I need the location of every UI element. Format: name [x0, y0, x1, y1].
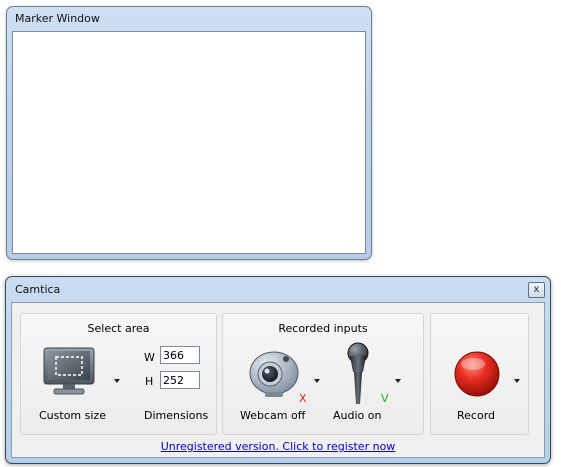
recorded-inputs-group: Recorded inputs X V Webcam off Audio on: [222, 313, 424, 435]
record-label: Record: [457, 409, 496, 422]
marker-window: Marker Window: [6, 6, 372, 260]
custom-size-label: Custom size: [39, 409, 106, 422]
webcam-off-label: Webcam off: [240, 409, 306, 422]
webcam-icon[interactable]: [245, 343, 301, 399]
microphone-icon[interactable]: [343, 342, 373, 408]
record-group: Record: [430, 313, 529, 435]
width-input[interactable]: [160, 346, 200, 364]
monitor-select-icon[interactable]: [41, 346, 97, 396]
close-button[interactable]: x: [528, 282, 545, 298]
record-dropdown-arrow[interactable]: [514, 379, 520, 383]
audio-dropdown-arrow[interactable]: [395, 379, 401, 383]
record-icon[interactable]: [453, 350, 501, 398]
height-label: H: [145, 375, 154, 388]
dimensions-label: Dimensions: [144, 409, 209, 422]
audio-on-indicator: V: [381, 392, 389, 405]
height-input[interactable]: [160, 371, 200, 389]
webcam-off-indicator: X: [299, 392, 307, 405]
audio-on-label: Audio on: [333, 409, 382, 422]
select-area-title: Select area: [87, 322, 150, 335]
recorded-inputs-title: Recorded inputs: [278, 322, 368, 335]
width-label: W: [144, 351, 155, 364]
select-area-group: Select area W 366 H 252 Custom size Dime…: [20, 313, 217, 435]
custom-size-dropdown-arrow[interactable]: [114, 379, 120, 383]
marker-window-area[interactable]: [12, 31, 366, 254]
camtica-window: Camtica x Select area W 366 H 252 Custom…: [5, 276, 551, 464]
register-link[interactable]: Unregistered version. Click to register …: [12, 440, 544, 453]
webcam-dropdown-arrow[interactable]: [314, 379, 320, 383]
camtica-window-title: Camtica: [15, 283, 61, 296]
camtica-panel: Select area W 366 H 252 Custom size Dime…: [11, 302, 545, 458]
close-icon: x: [533, 284, 540, 295]
marker-window-title: Marker Window: [15, 12, 100, 25]
